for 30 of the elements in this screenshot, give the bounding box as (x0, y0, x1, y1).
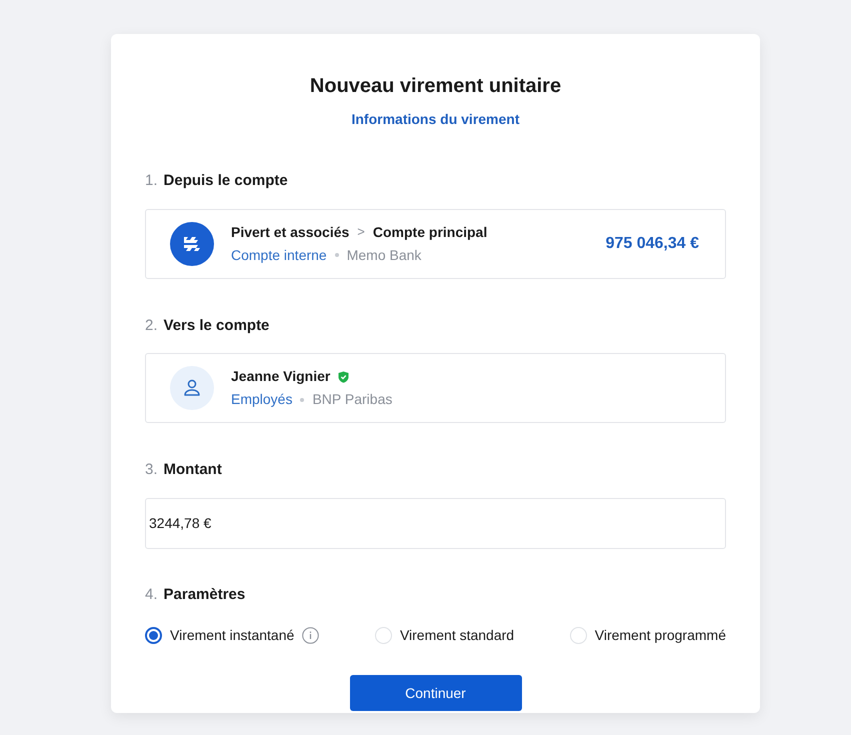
account-card[interactable]: Jeanne Vignier Employés BNP Paribas (145, 353, 726, 423)
step-number: 2. (145, 316, 158, 336)
bank-name: Memo Bank (346, 246, 422, 264)
section-label: Vers le compte (164, 316, 270, 336)
account-balance: 975 046,34 € (606, 234, 699, 254)
account-name: Pivert et associés (231, 222, 350, 242)
radio-option[interactable]: Virement instantané (145, 625, 294, 646)
account-category: Compte interne (231, 246, 327, 265)
account-name: Jeanne Vignier (231, 367, 330, 386)
subaccount-name: Compte principal (372, 222, 488, 242)
page-title: Nouveau virement unitaire (308, 74, 562, 99)
account-category: Employés (231, 390, 292, 409)
verified-shield-icon (338, 370, 350, 382)
account-card[interactable]: Pivert et associés > Compte principal Compte interne Memo Bank 975 046,34 € (145, 208, 726, 278)
continue-button[interactable]: Continuer (350, 675, 522, 711)
step-number: 1. (145, 171, 158, 191)
chevron-icon: > (357, 222, 365, 242)
radio-option[interactable]: Virement programmé (570, 625, 726, 646)
info-icon[interactable] (302, 627, 320, 644)
section-label: Depuis le compte (164, 171, 288, 191)
step-number: 3. (145, 460, 158, 480)
bank-logo-icon (170, 222, 214, 266)
section-subtitle: Informations du virement (351, 110, 520, 129)
step-number: 4. (145, 584, 158, 604)
person-icon (170, 366, 214, 410)
section-label: Paramètres (164, 584, 246, 604)
radio-option[interactable]: Virement standard (374, 625, 514, 646)
amount-field[interactable]: 3244,78 € (145, 498, 726, 548)
section-label: Montant (164, 460, 222, 480)
bank-name: BNP Paribas (312, 390, 392, 409)
